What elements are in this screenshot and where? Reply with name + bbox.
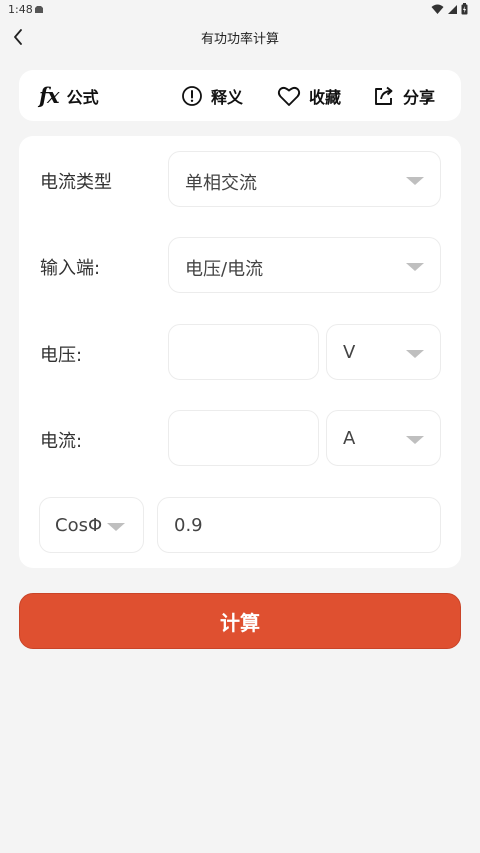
toolbar: fx 公式 释义 收藏 分享 <box>19 70 461 121</box>
current-type-select[interactable]: 单相交流 <box>168 151 441 207</box>
explain-label: 释义 <box>211 87 244 107</box>
current-type-label: 电流类型 <box>40 172 112 193</box>
favorite-button[interactable]: 收藏 <box>277 70 341 121</box>
voltage-input[interactable] <box>168 324 319 380</box>
share-button[interactable]: 分享 <box>373 70 435 121</box>
share-label: 分享 <box>403 87 436 107</box>
voltage-unit-caret-icon <box>406 350 424 358</box>
current-type-value: 单相交流 <box>185 173 257 194</box>
status-icons <box>431 3 468 15</box>
power-factor-label: CosΦ <box>55 515 103 536</box>
page-title: 有功功率计算 <box>200 32 279 47</box>
battery-icon <box>461 3 468 15</box>
signal-icon <box>448 4 457 14</box>
input-side-value: 电压/电流 <box>185 259 264 280</box>
status-time: 1:48 <box>8 3 33 16</box>
notification-icon <box>35 6 43 13</box>
voltage-unit-select[interactable]: V <box>326 324 441 380</box>
power-factor-select[interactable]: CosΦ <box>39 497 144 553</box>
input-side-select[interactable]: 电压/电流 <box>168 237 441 293</box>
power-factor-value: 0.9 <box>174 515 203 536</box>
form-card: 电流类型 单相交流 输入端: 电压/电流 电压: V 电流: A CosΦ 0.… <box>19 136 461 568</box>
current-unit-value: A <box>343 428 356 449</box>
formula-button[interactable]: fx 公式 <box>39 70 99 121</box>
input-side-caret-icon <box>406 263 424 271</box>
wifi-icon <box>431 4 444 14</box>
calculate-button[interactable]: 计算 <box>19 593 461 649</box>
formula-fx-icon: fx <box>39 83 60 108</box>
power-factor-input[interactable]: 0.9 <box>157 497 441 553</box>
power-factor-caret-icon <box>107 523 125 531</box>
share-icon <box>375 86 393 105</box>
formula-label: 公式 <box>66 87 99 107</box>
input-side-label: 输入端: <box>40 258 101 279</box>
favorite-label: 收藏 <box>309 87 342 107</box>
info-icon <box>182 85 202 106</box>
voltage-label: 电压: <box>40 345 83 366</box>
status-bar: 1:48 <box>0 0 480 20</box>
voltage-unit-value: V <box>343 342 356 363</box>
current-unit-caret-icon <box>406 436 424 444</box>
heart-icon <box>277 86 301 106</box>
explain-button[interactable]: 释义 <box>181 70 243 121</box>
nav-bar: 有功功率计算 <box>0 22 480 52</box>
current-unit-select[interactable]: A <box>326 410 441 466</box>
current-input[interactable] <box>168 410 319 466</box>
current-label: 电流: <box>40 431 83 452</box>
current-type-caret-icon <box>406 177 424 185</box>
